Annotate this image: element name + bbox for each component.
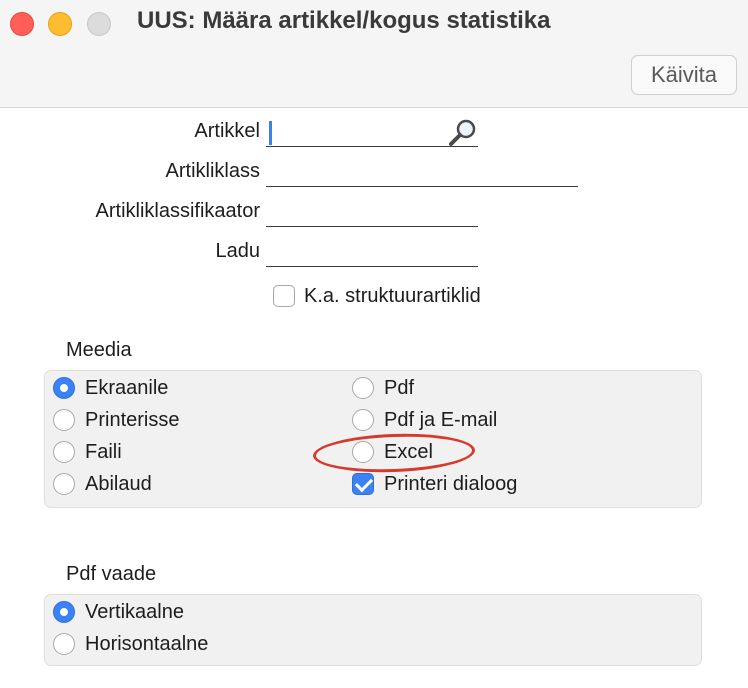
radio-horisontaalne-label: Horisontaalne [85, 633, 209, 655]
artikliklass-label: Artikliklass [165, 160, 260, 182]
artikkel-label: Artikkel [194, 120, 260, 142]
media-heading: Meedia [66, 339, 132, 361]
radio-vertikaalne-label: Vertikaalne [85, 601, 184, 623]
pdf-view-heading: Pdf vaade [66, 563, 157, 585]
klassifikaator-label: Artikliklassifikaator [95, 200, 260, 222]
radio-abilaud[interactable] [53, 473, 75, 495]
struktuurartiklid-label: K.a. struktuurartiklid [304, 285, 481, 307]
radio-ekraanile[interactable] [53, 377, 75, 399]
close-window-button[interactable] [10, 12, 34, 36]
radio-vertikaalne[interactable] [53, 601, 75, 623]
artikliklass-field[interactable] [266, 159, 586, 187]
zoom-window-button[interactable] [87, 12, 111, 36]
run-button[interactable]: Käivita [631, 55, 737, 95]
radio-pdf[interactable] [352, 377, 374, 399]
radio-pdf-email[interactable] [352, 409, 374, 431]
radio-pdf-email-label: Pdf ja E-mail [384, 409, 498, 431]
radio-pdf-label: Pdf [384, 377, 415, 399]
window-title: UUS: Määra artikkel/kogus statistika [137, 7, 551, 34]
artikliklass-input[interactable] [266, 159, 586, 186]
radio-printerisse[interactable] [53, 409, 75, 431]
radio-faili-label: Faili [85, 441, 122, 463]
title-bar: UUS: Määra artikkel/kogus statistika Käi… [0, 0, 748, 108]
printer-dialog-checkbox[interactable] [352, 473, 374, 495]
ladu-field[interactable] [266, 239, 486, 267]
ladu-label: Ladu [215, 240, 261, 262]
ladu-input[interactable] [266, 239, 486, 266]
search-icon[interactable] [446, 118, 480, 148]
klassifikaator-field[interactable] [266, 199, 486, 227]
struktuurartiklid-checkbox[interactable] [273, 285, 295, 307]
radio-horisontaalne[interactable] [53, 633, 75, 655]
radio-ekraanile-label: Ekraanile [85, 377, 169, 399]
radio-printerisse-label: Printerisse [85, 409, 180, 431]
radio-abilaud-label: Abilaud [85, 473, 152, 495]
radio-faili[interactable] [53, 441, 75, 463]
printer-dialog-label: Printeri dialoog [384, 473, 518, 495]
klassifikaator-input[interactable] [266, 199, 486, 226]
text-caret [269, 121, 272, 145]
minimize-window-button[interactable] [48, 12, 72, 36]
